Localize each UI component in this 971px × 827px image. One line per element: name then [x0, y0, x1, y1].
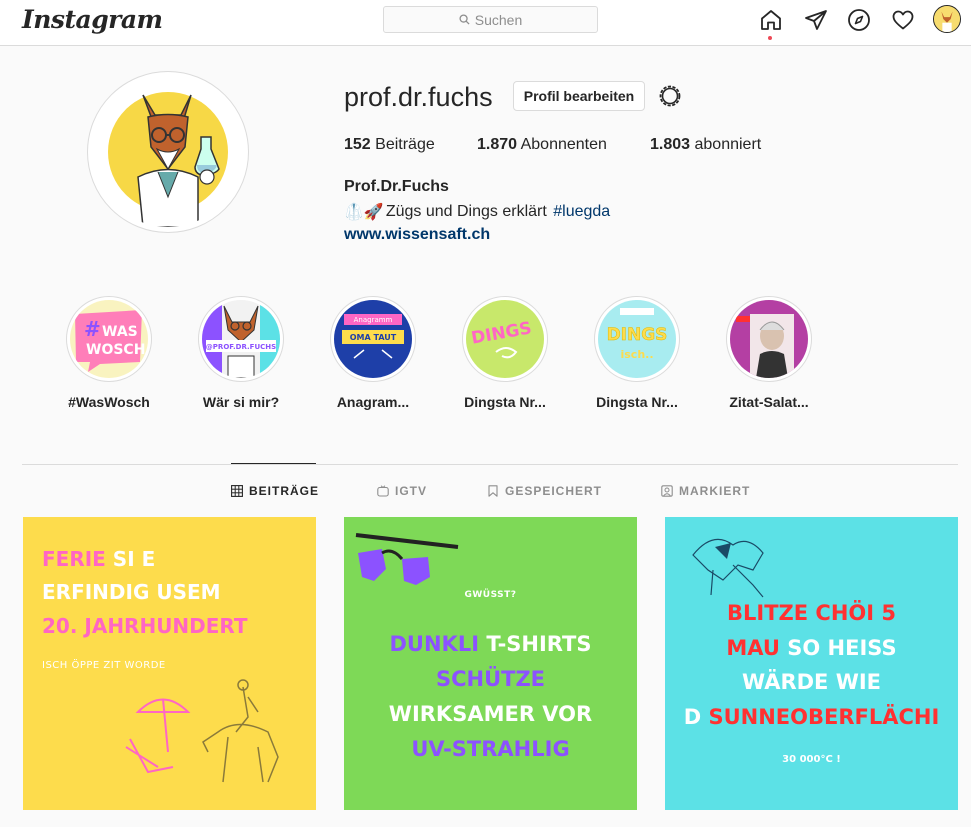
following-stat[interactable]: 1.803 abonniert [650, 136, 761, 154]
highlight-cover-fox: @PROF.DR.FUCHS [202, 300, 280, 378]
following-count: 1.803 [650, 136, 691, 153]
post-subtitle: ISCH ÖPPE ZIT WORDE [42, 660, 166, 671]
posts-count: 152 [344, 136, 371, 153]
tab-label: GESPEICHERT [505, 484, 603, 498]
post-thumbnail[interactable]: BLITZE CHÖI 5 MAU SO HEISS WÄRDE WIE D S… [665, 517, 958, 810]
following-label: abonniert [694, 136, 762, 153]
home-active-dot [768, 36, 772, 40]
active-tab-indicator [231, 463, 316, 464]
highlight-label: #WasWosch [68, 394, 150, 410]
post-text-line: MAU SO HEISS [726, 636, 897, 660]
highlight-label: Zitat-Salat... [729, 394, 809, 410]
post-text-line: DUNKLI T-SHIRTS [389, 632, 592, 656]
post-text-line: FERIE SI E [42, 547, 156, 571]
svg-text:isch..: isch.. [620, 348, 653, 361]
instagram-logo[interactable]: Instagram [22, 5, 163, 34]
profile-bio: 🥼🚀 Zügs und Dings erklärt #luegda [344, 202, 610, 222]
beach-and-horse-illustration [125, 679, 279, 783]
highlight-label: Dingsta Nr... [596, 394, 678, 410]
story-highlight[interactable]: DINGS isch.. Dingsta Nr... [594, 296, 680, 410]
tabs-divider [22, 464, 958, 465]
story-highlight[interactable]: Anagramm OMA TAUT Anagram... [330, 296, 416, 410]
highlight-label: Anagram... [336, 394, 410, 410]
highlight-cover-dings-green: DINGS [466, 300, 544, 378]
post-kicker: GWÜSST? [464, 590, 517, 600]
fox-professor-illustration [93, 77, 243, 227]
svg-text:@PROF.DR.FUCHS: @PROF.DR.FUCHS [206, 343, 276, 351]
post-text-line: BLITZE CHÖI 5 [727, 601, 896, 625]
profile-avatar-small[interactable] [933, 5, 961, 33]
posts-stat: 152 Beiträge [344, 136, 435, 154]
tab-label: BEITRÄGE [249, 484, 320, 498]
svg-text:WOSCH: WOSCH [86, 342, 145, 358]
svg-text:WAS: WAS [102, 324, 138, 340]
tab-saved[interactable]: GESPEICHERT [487, 484, 602, 498]
profile-username: prof.dr.fuchs [344, 82, 493, 112]
post-thumbnail[interactable]: GWÜSST? DUNKLI T-SHIRTS SCHÜTZE WIRKSAME… [344, 517, 637, 810]
edit-profile-button[interactable]: Profil bearbeiten [513, 81, 645, 111]
svg-text:#: # [84, 317, 101, 341]
tab-tagged[interactable]: MARKIERT [661, 484, 750, 498]
profile-picture[interactable] [87, 71, 249, 233]
bio-text: Zügs und Dings erklärt [385, 203, 552, 220]
sunglasses-illustration [355, 533, 459, 585]
top-nav: Instagram Suchen [0, 0, 971, 46]
tab-label: IGTV [395, 484, 428, 498]
tab-posts[interactable]: BEITRÄGE [231, 484, 319, 498]
posts-label: Beiträge [375, 136, 435, 153]
search-input[interactable]: Suchen [383, 6, 598, 33]
tab-label: MARKIERT [679, 484, 751, 498]
highlight-cover-anagramm: Anagramm OMA TAUT [334, 300, 412, 378]
grid-icon [231, 485, 243, 497]
post-text-line: UV-STRAHLIG [411, 737, 570, 761]
story-highlight[interactable]: DINGS Dingsta Nr... [462, 296, 548, 410]
highlight-label: Dingsta Nr... [464, 394, 546, 410]
story-highlight[interactable]: Zitat-Salat... [726, 296, 812, 410]
post-text-line: D SUNNEOBERFLÄCHI [683, 705, 940, 729]
tab-igtv[interactable]: IGTV [377, 484, 427, 498]
followers-stat[interactable]: 1.870 Abonnenten [477, 136, 607, 154]
svg-text:OMA TAUT: OMA TAUT [350, 333, 397, 342]
followers-count: 1.870 [477, 136, 518, 153]
search-placeholder: Suchen [474, 11, 523, 28]
highlight-cover-waswosch: # WAS WOSCH [70, 300, 148, 378]
post-text-line: SCHÜTZE [435, 667, 546, 691]
post-text-line: WÄRDE WIE [741, 670, 882, 694]
post-subtitle: 30 000°C ! [782, 754, 841, 765]
settings-gear-icon[interactable] [657, 83, 683, 109]
svg-text:Anagramm: Anagramm [354, 316, 393, 324]
search-icon [459, 14, 470, 25]
post-text-line: 20. JAHRHUNDERT [42, 614, 248, 638]
post-thumbnail[interactable]: FERIE SI E ERFINDIG USEM 20. JAHRHUNDERT… [23, 517, 316, 810]
svg-text:DINGS: DINGS [607, 325, 668, 345]
bio-hashtag-link[interactable]: #luegda [553, 203, 610, 221]
highlight-cover-zitat-salat [730, 300, 808, 378]
lightning-sketch-illustration [692, 538, 764, 598]
post-text-line: WIRKSAMER VOR [388, 702, 593, 726]
bookmark-icon [488, 485, 498, 497]
tv-icon [377, 485, 389, 497]
profile-full-name: Prof.Dr.Fuchs [344, 178, 449, 195]
followers-label: Abonnenten [520, 136, 607, 153]
highlight-label: Wär si mir? [202, 394, 280, 410]
highlight-cover-dings-cyan: DINGS isch.. [598, 300, 676, 378]
direct-message-icon[interactable] [803, 7, 829, 33]
home-icon[interactable] [758, 7, 784, 33]
story-highlight[interactable]: @PROF.DR.FUCHS Wär si mir? [198, 296, 284, 410]
story-highlight[interactable]: # WAS WOSCH #WasWosch [66, 296, 152, 410]
profile-website-link[interactable]: www.wissensaft.ch [344, 226, 490, 244]
explore-icon[interactable] [846, 7, 872, 33]
post-text-line: ERFINDIG USEM [42, 580, 221, 604]
activity-heart-icon[interactable] [890, 7, 916, 33]
tagged-icon [661, 485, 673, 497]
bio-emoji: 🥼🚀 [344, 204, 384, 221]
